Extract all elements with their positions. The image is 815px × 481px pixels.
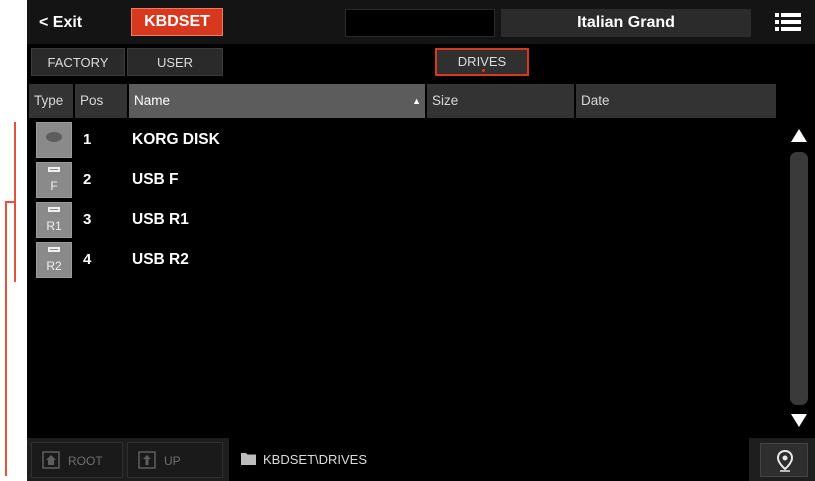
- exit-button[interactable]: < Exit: [31, 9, 117, 37]
- tab-user[interactable]: USER: [127, 48, 223, 76]
- list-item[interactable]: R1 3 USB R1: [27, 200, 775, 240]
- sort-ascending-icon: ▲: [412, 96, 421, 106]
- up-label: UP: [164, 454, 181, 468]
- tab-factory[interactable]: FACTORY: [31, 48, 125, 76]
- usb-badge: F: [50, 179, 58, 193]
- item-name: USB R1: [132, 211, 189, 228]
- usb-connector-shape: [48, 247, 60, 252]
- root-button[interactable]: ROOT: [31, 442, 123, 478]
- path-text: KBDSET\DRIVES: [263, 452, 368, 467]
- usb-badge: R2: [46, 259, 62, 273]
- top-bar: < Exit KBDSET Italian Grand: [27, 0, 815, 44]
- list-header: Type Pos Name ▲ Size Date: [27, 84, 815, 118]
- source-tab-row: FACTORY USER DRIVES: [27, 44, 815, 82]
- column-header-pos[interactable]: Pos: [75, 84, 127, 118]
- item-pos: 2: [83, 171, 92, 188]
- current-path: KBDSET\DRIVES: [229, 438, 749, 481]
- current-sound-name[interactable]: Italian Grand: [501, 9, 751, 37]
- root-label: ROOT: [68, 454, 103, 468]
- column-header-name-label: Name: [134, 93, 171, 108]
- disk-platter-shape: [46, 132, 62, 142]
- usb-icon: F: [36, 162, 72, 198]
- scroll-up-arrow-icon[interactable]: [790, 126, 808, 144]
- scroll-down-arrow-icon[interactable]: [790, 412, 808, 430]
- list-item[interactable]: R2 4 USB R2: [27, 240, 775, 280]
- column-header-size[interactable]: Size: [427, 84, 574, 118]
- disk-icon: [36, 122, 72, 158]
- drive-list: 1 KORG DISK F 2 USB F R1 3 USB R1 R2 4 U…: [27, 120, 775, 436]
- usb-badge: R1: [46, 219, 62, 233]
- usb-icon: R1: [36, 202, 72, 238]
- item-name: USB F: [132, 171, 179, 188]
- column-header-date[interactable]: Date: [576, 84, 776, 118]
- home-icon: [42, 451, 60, 469]
- up-arrow-icon: [138, 451, 156, 469]
- location-pin-icon: [776, 450, 794, 472]
- file-browser-screen: < Exit KBDSET Italian Grand FACTORY USER…: [27, 0, 815, 481]
- item-name: KORG DISK: [132, 131, 220, 148]
- empty-display-field: [345, 9, 495, 37]
- column-header-name[interactable]: Name ▲: [129, 84, 425, 118]
- usb-connector-shape: [48, 207, 60, 212]
- menu-icon[interactable]: [775, 10, 801, 34]
- location-button[interactable]: [760, 443, 808, 477]
- bottom-bar: ROOT UP KBDSET\DRIVES: [27, 438, 815, 481]
- column-header-type[interactable]: Type: [29, 84, 73, 118]
- up-button[interactable]: UP: [127, 442, 223, 478]
- kbdset-mode-button[interactable]: KBDSET: [131, 8, 223, 36]
- tab-drives-label: DRIVES: [457, 54, 507, 69]
- item-pos: 4: [83, 251, 92, 268]
- selected-indicator-dot: [482, 69, 485, 72]
- scrollbar-track[interactable]: [790, 152, 808, 405]
- item-pos: 1: [83, 131, 92, 148]
- tab-drives[interactable]: DRIVES: [435, 48, 529, 76]
- list-item[interactable]: F 2 USB F: [27, 160, 775, 200]
- annotation-bracket-lower: [5, 201, 7, 476]
- list-item[interactable]: 1 KORG DISK: [27, 120, 775, 160]
- folder-icon: [241, 453, 256, 465]
- item-name: USB R2: [132, 251, 189, 268]
- usb-connector-shape: [48, 167, 60, 172]
- usb-icon: R2: [36, 242, 72, 278]
- item-pos: 3: [83, 211, 92, 228]
